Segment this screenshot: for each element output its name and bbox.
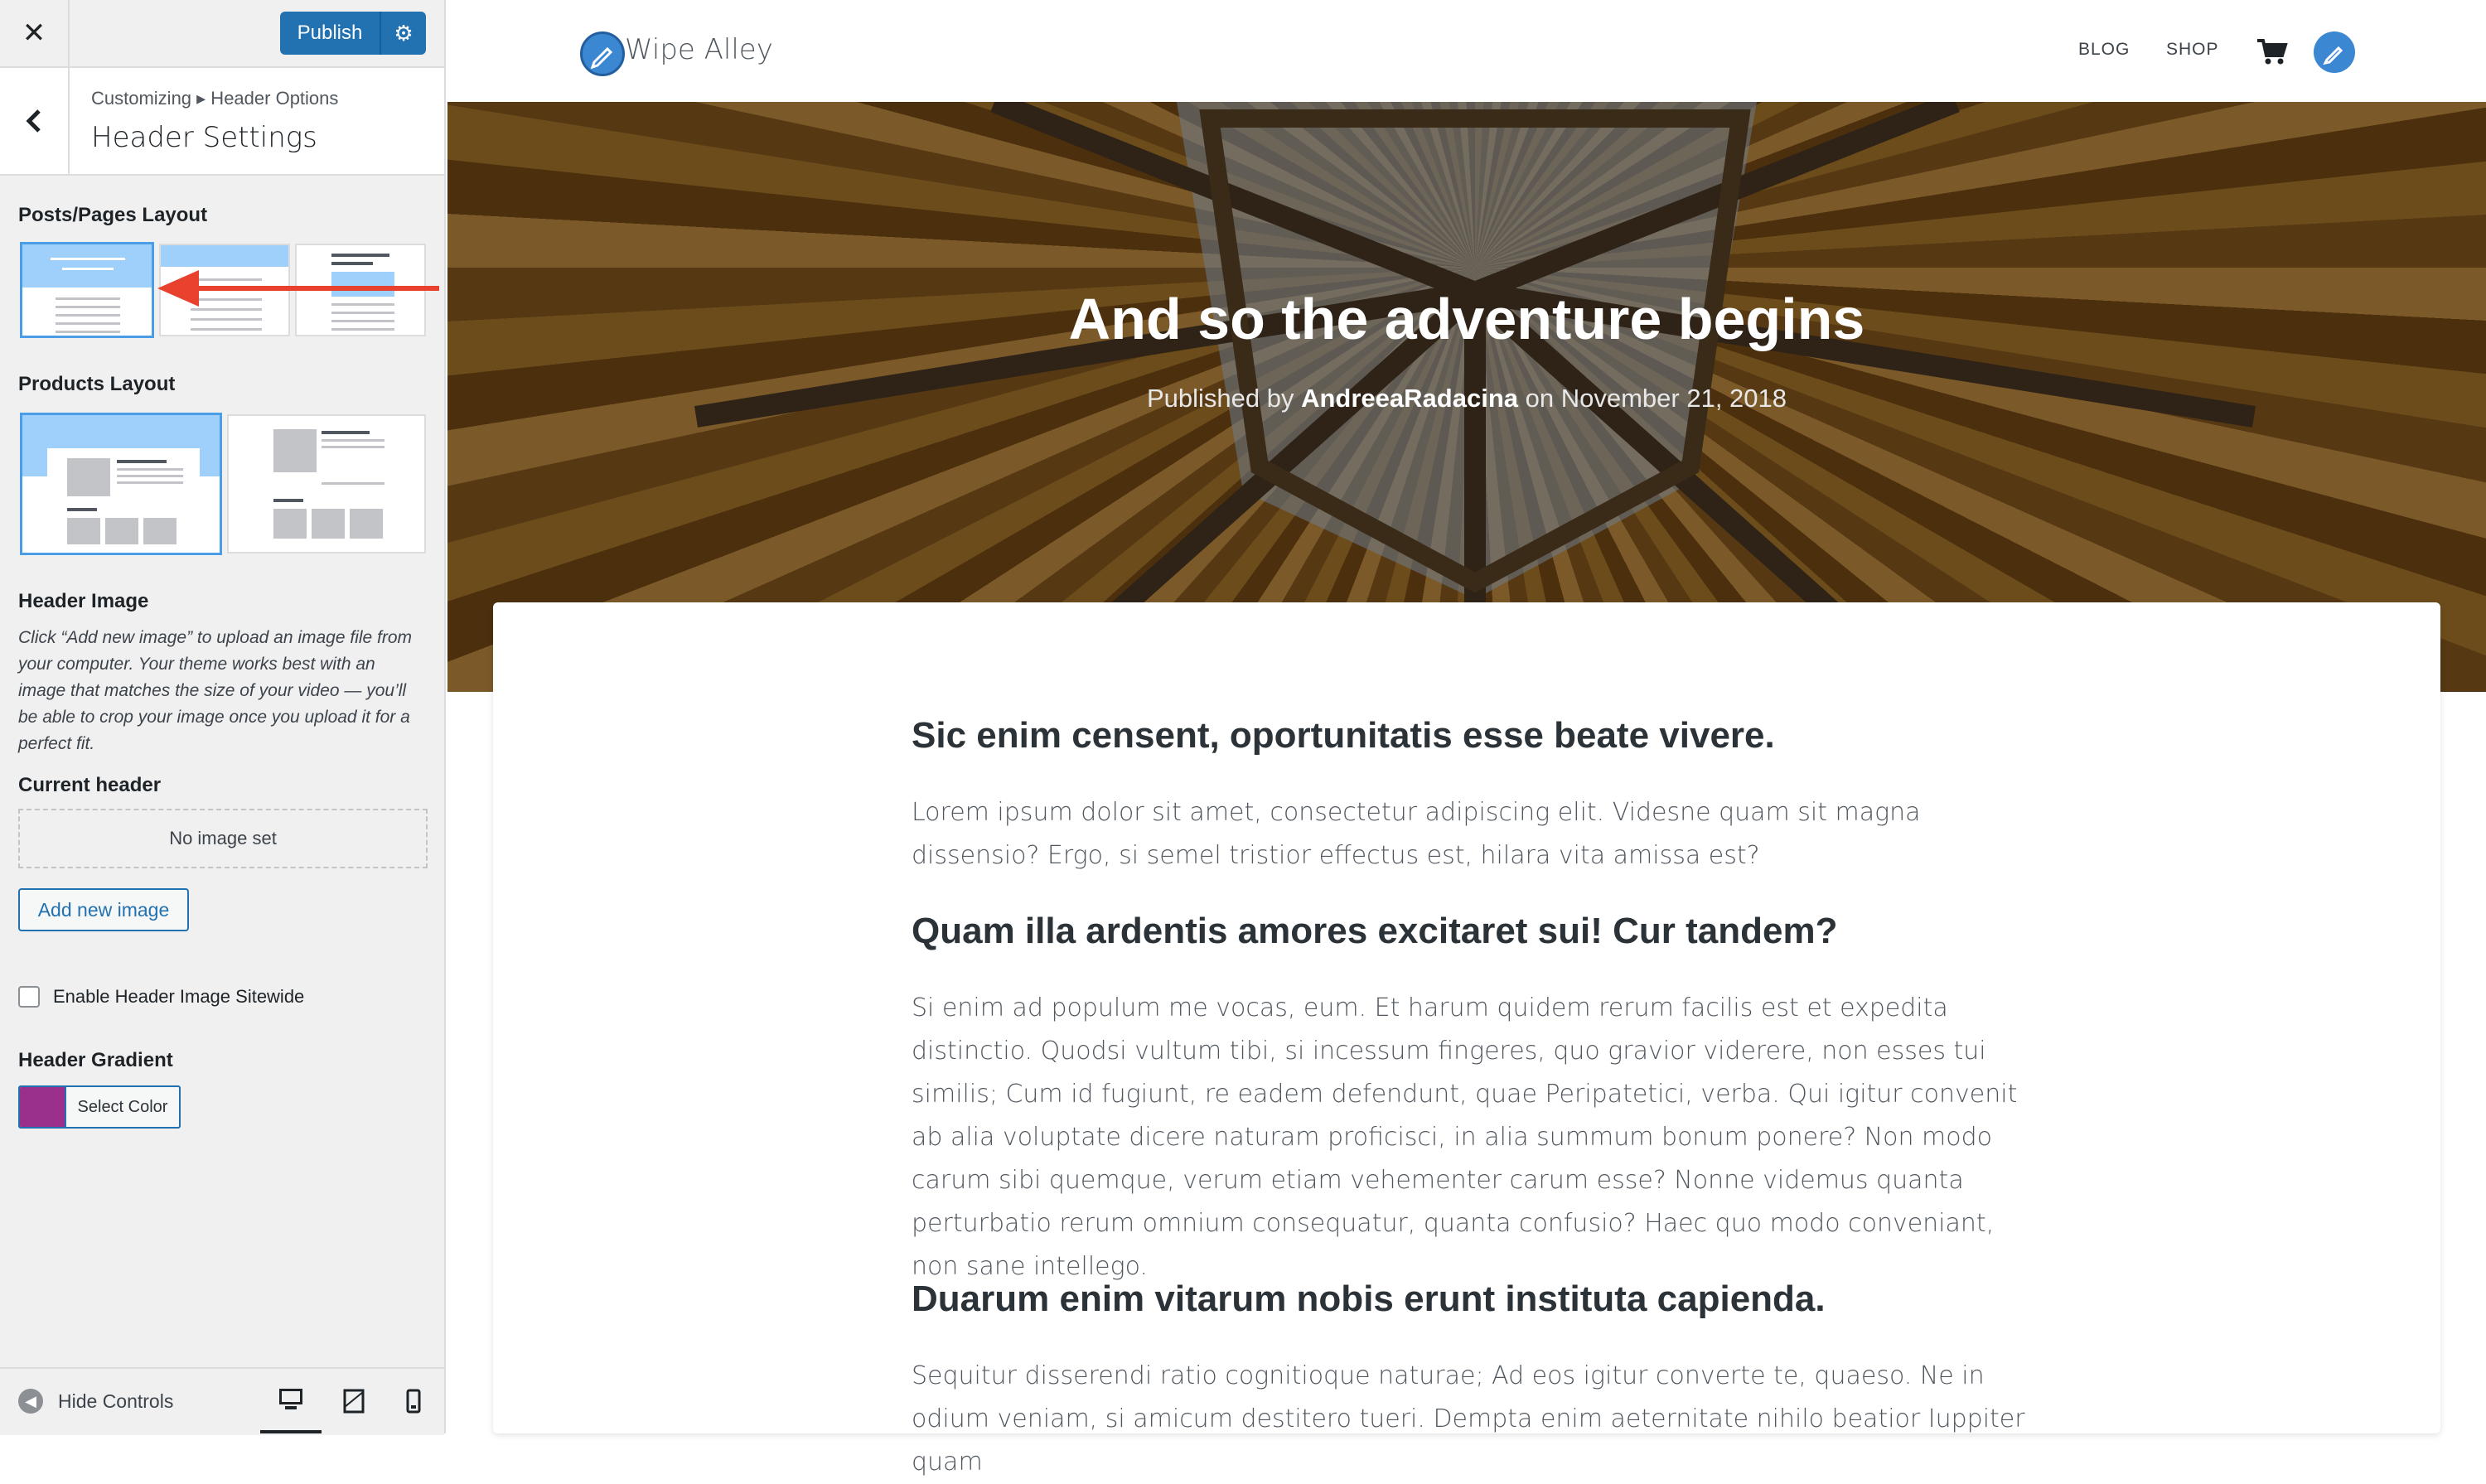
select-color-button[interactable]: Select Color [18, 1085, 181, 1129]
layout-preview-line [322, 439, 385, 442]
header-image-title: Header Image [18, 590, 149, 612]
layout-preview-line [273, 499, 303, 502]
posts-layout-option-centered[interactable] [20, 242, 154, 338]
posts-layout-title: Posts/Pages Layout [18, 204, 208, 226]
select-color-label: Select Color [65, 1087, 179, 1127]
layout-preview-line [62, 268, 114, 270]
layout-preview-line [117, 475, 183, 477]
post-heading: Quam illa ardentis amores excitaret sui!… [912, 911, 1838, 951]
layout-preview-line [191, 318, 262, 321]
post-meta-mid: on [1525, 384, 1555, 413]
post-heading: Duarum enim vitarum nobis erunt institut… [912, 1279, 1826, 1319]
nav-item-shop[interactable]: SHOP [2166, 40, 2219, 60]
layout-preview-line [51, 258, 125, 260]
products-layout-title: Products Layout [18, 373, 176, 395]
layout-preview-line [331, 328, 394, 331]
layout-preview-tile [273, 509, 307, 539]
layout-preview-image [273, 429, 317, 472]
collapse-icon: ◀ [18, 1389, 43, 1414]
layout-preview-line [56, 322, 120, 325]
post-author-link[interactable]: AndreeaRadacina [1301, 384, 1518, 413]
publish-label: Publish [297, 22, 363, 44]
hide-controls-button[interactable]: ◀ Hide Controls [18, 1389, 173, 1414]
layout-preview-line [56, 331, 120, 333]
layout-preview-line [322, 482, 385, 485]
header-image-description: Click “Add new image” to upload an image… [18, 628, 413, 753]
layout-preview-line [322, 431, 370, 434]
nav-item-blog[interactable]: BLOG [2078, 40, 2130, 60]
hide-controls-label: Hide Controls [58, 1390, 174, 1412]
layout-preview-line [117, 468, 183, 471]
layout-preview-line [56, 297, 120, 300]
chevron-left-icon [26, 109, 41, 133]
post-meta: Published by AndreeaRadacina on November… [447, 384, 2486, 413]
current-header-label: Current header [18, 774, 162, 796]
layout-preview-line [331, 320, 394, 322]
post-paragraph: Lorem ipsum dolor sit amet, consectetur … [912, 798, 1921, 870]
layout-preview-line [322, 446, 385, 448]
section-info: Customizing ▸ Header Options Header Sett… [0, 68, 444, 176]
customizer-panel: ✕ Publish ⚙ Customizing ▸ Header Options… [0, 0, 446, 1435]
layout-preview-line [191, 328, 262, 331]
site-logo-icon[interactable] [580, 31, 625, 76]
no-image-placeholder: No image set [18, 809, 428, 868]
layout-preview-header [22, 244, 152, 288]
layout-preview-line [56, 314, 120, 317]
device-desktop-button[interactable] [260, 1369, 322, 1433]
gear-icon[interactable]: ⚙ [381, 21, 426, 46]
layout-preview-tile [105, 518, 138, 544]
breadcrumb: Customizing ▸ Header Options [91, 88, 339, 109]
layout-preview-line [331, 312, 394, 314]
header-gradient-title: Header Gradient [18, 1049, 173, 1071]
device-tablet-button[interactable] [323, 1369, 385, 1433]
desktop-icon [279, 1389, 302, 1409]
layout-preview-line [331, 262, 373, 265]
post-paragraph: Si enim ad populum me vocas, eum. Et har… [912, 993, 2018, 1281]
layout-preview-line [67, 508, 97, 511]
color-swatch[interactable] [20, 1087, 65, 1127]
site-header: Wipe Alley BLOG SHOP [447, 0, 2486, 102]
layout-preview-line [56, 306, 120, 308]
post-meta-prefix: Published by [1146, 384, 1294, 413]
post-heading: Sic enim censent, oportunitatis esse bea… [912, 715, 1775, 756]
post-date: November 21, 2018 [1560, 384, 1787, 413]
device-mobile-button[interactable] [383, 1369, 444, 1433]
mobile-icon [406, 1389, 421, 1414]
back-button[interactable] [0, 68, 70, 174]
tablet-icon [343, 1389, 365, 1414]
site-title[interactable]: Wipe Alley [625, 33, 773, 66]
products-layout-option-banner[interactable] [20, 413, 222, 555]
layout-preview-tile [350, 509, 383, 539]
close-customizer-button[interactable]: ✕ [0, 0, 70, 66]
annotation-arrow-icon [157, 270, 439, 307]
sitewide-label[interactable]: Enable Header Image Sitewide [53, 986, 304, 1008]
layout-preview-image [67, 458, 110, 496]
layout-preview-header [161, 245, 288, 267]
add-new-image-button[interactable]: Add new image [18, 888, 189, 931]
sitewide-checkbox[interactable] [18, 986, 40, 1008]
layout-preview-line [331, 254, 389, 257]
layout-preview-tile [67, 518, 100, 544]
layout-preview-line [117, 481, 183, 484]
layout-preview-line [117, 460, 167, 463]
sitewide-option: Enable Header Image Sitewide [18, 986, 304, 1008]
post-paragraph: Sequitur disserendi ratio cognitioque na… [912, 1361, 2025, 1477]
products-layout-option-plain[interactable] [227, 414, 426, 553]
publish-button[interactable]: Publish ⚙ [280, 12, 426, 55]
customizer-topbar: ✕ Publish ⚙ [0, 0, 444, 68]
layout-preview-tile [312, 509, 345, 539]
close-icon: ✕ [22, 17, 46, 49]
section-title: Header Settings [91, 121, 317, 154]
post-title: And so the adventure begins [1068, 287, 1865, 351]
cart-icon[interactable] [2256, 38, 2289, 66]
post-content-card: Sic enim censent, oportunitatis esse bea… [493, 602, 2440, 1477]
edit-pencil-icon[interactable] [2314, 31, 2355, 73]
customizer-footer: ◀ Hide Controls [0, 1367, 444, 1435]
layout-preview-tile [143, 518, 177, 544]
